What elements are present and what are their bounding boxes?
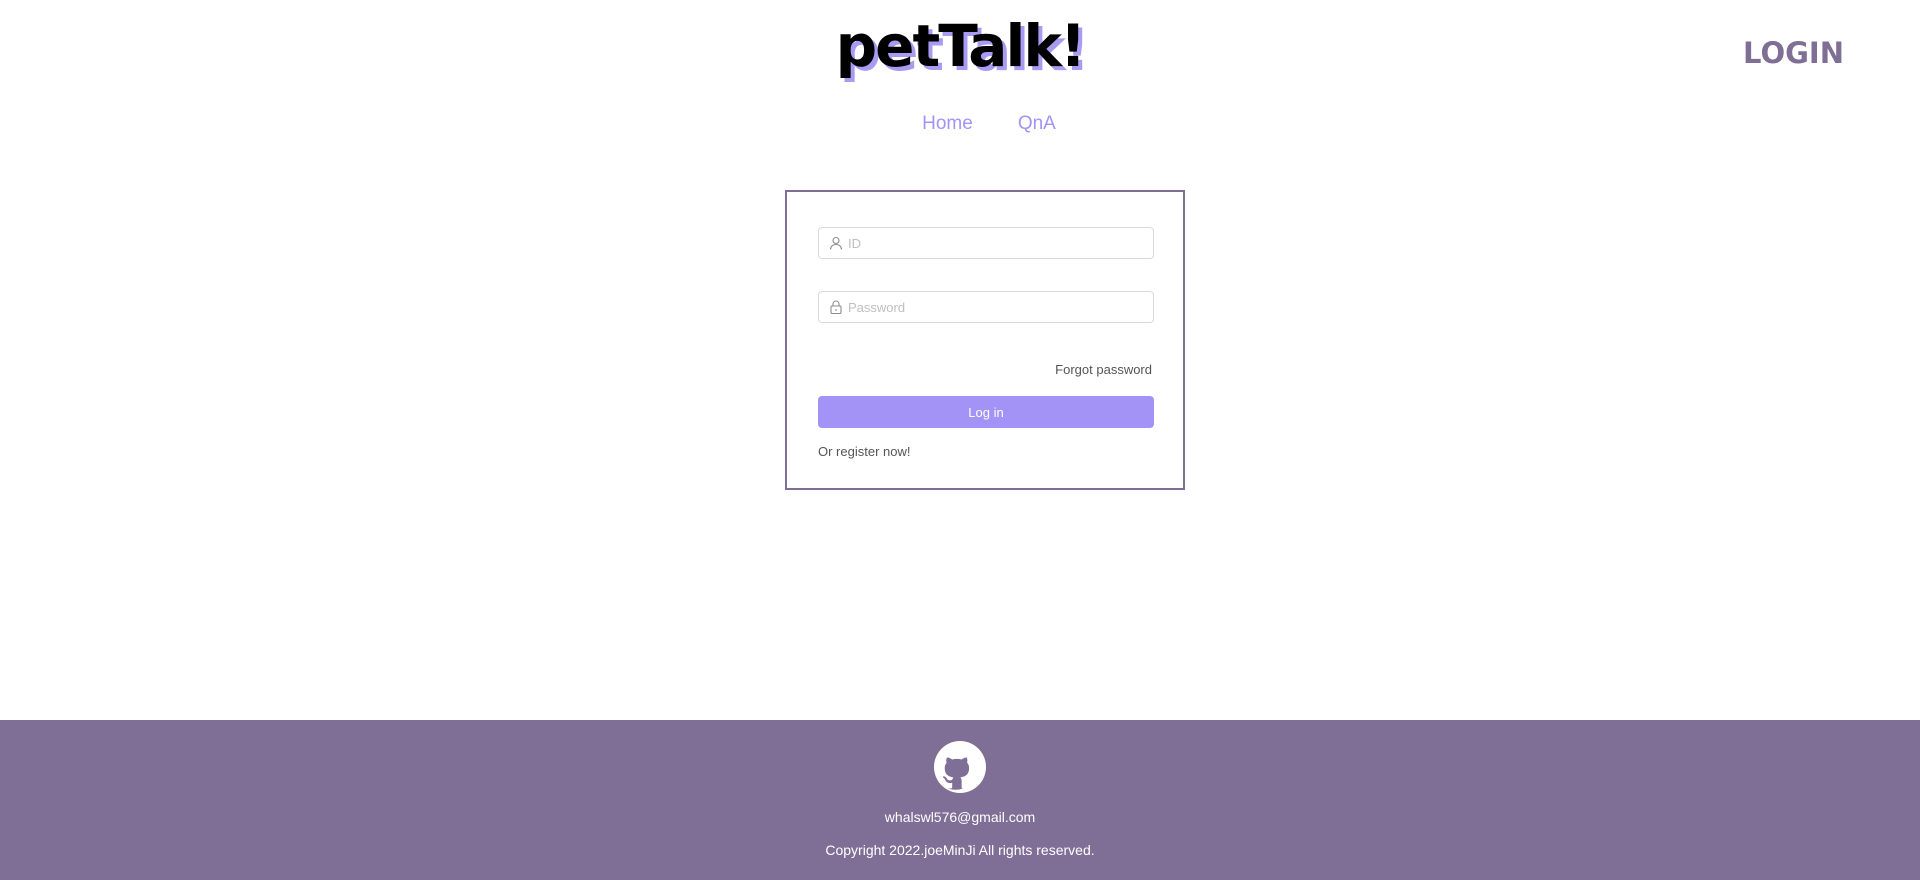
password-input[interactable] <box>848 292 1153 322</box>
nav-item-home[interactable]: Home <box>922 113 973 135</box>
user-icon <box>829 236 843 250</box>
id-input[interactable] <box>848 228 1153 258</box>
github-icon[interactable] <box>934 741 986 793</box>
login-card: Forgot password Log in Or register now! <box>785 190 1185 490</box>
main-nav: Home QnA <box>0 113 1920 135</box>
login-button[interactable]: Log in <box>818 396 1154 428</box>
id-field[interactable] <box>818 227 1154 259</box>
footer-copyright: Copyright 2022.joeMinJi All rights reser… <box>825 842 1095 858</box>
lock-icon <box>829 300 843 314</box>
site-logo[interactable]: petTalk! <box>0 12 1920 80</box>
footer: whalswl576@gmail.com Copyright 2022.joeM… <box>0 720 1920 880</box>
password-field[interactable] <box>818 291 1154 323</box>
login-link[interactable]: LOGIN <box>1743 36 1844 70</box>
footer-email: whalswl576@gmail.com <box>884 809 1036 825</box>
forgot-password-link[interactable]: Forgot password <box>1055 362 1152 377</box>
register-link[interactable]: Or register now! <box>818 444 910 459</box>
page: petTalk! LOGIN Home QnA ID Forgot passwo… <box>0 0 1920 880</box>
nav-item-qna[interactable]: QnA <box>1018 113 1056 135</box>
